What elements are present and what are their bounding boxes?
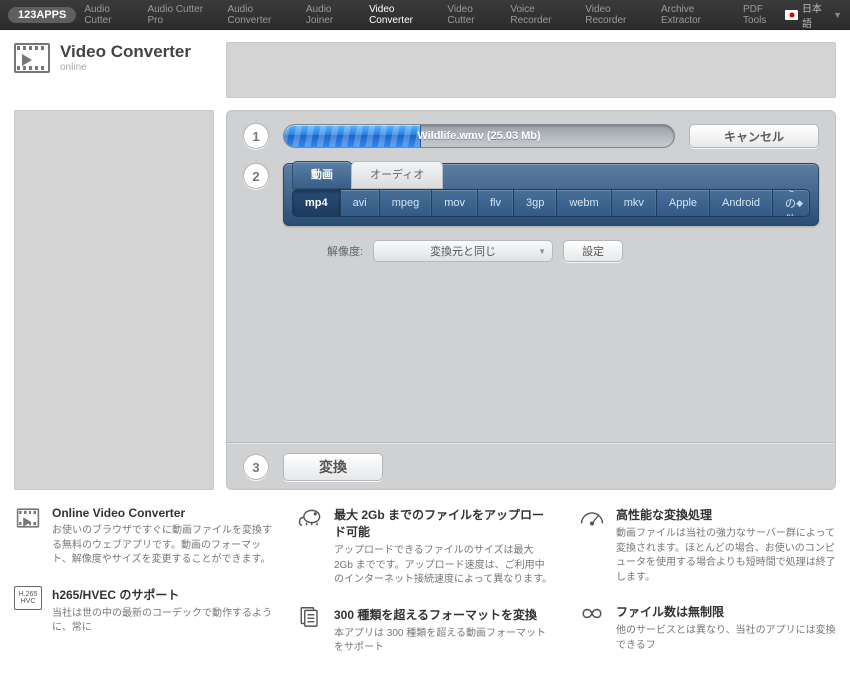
- feature-title: Online Video Converter: [52, 506, 272, 520]
- flag-jp-icon: [785, 10, 798, 20]
- nav-link-voice-recorder[interactable]: Voice Recorder: [510, 4, 573, 26]
- format-mp4[interactable]: mp4: [293, 190, 341, 216]
- nav-link-archive-extractor[interactable]: Archive Extractor: [661, 4, 731, 26]
- app-title-block: Video Converter online: [14, 42, 214, 73]
- format-webm[interactable]: webm: [557, 190, 611, 216]
- format-list: mp4avimpegmovflv3gpwebmmkvAppleAndroidその…: [292, 189, 810, 217]
- logo[interactable]: 123APPS: [8, 7, 76, 23]
- panel-divider: [227, 442, 835, 443]
- nav-link-audio-joiner[interactable]: Audio Joiner: [306, 4, 357, 26]
- elephant-icon: [296, 506, 324, 530]
- format-apple[interactable]: Apple: [657, 190, 710, 216]
- upload-filename: Wildlife.wmv (25.03 Mb): [284, 125, 674, 147]
- feature-hvec: H.265 HVC h265/HVEC のサポート 当社は世の中の最新のコーデッ…: [14, 586, 272, 636]
- cancel-button[interactable]: キャンセル: [689, 124, 819, 148]
- infinity-icon: [578, 603, 606, 627]
- tab-audio[interactable]: オーディオ: [351, 161, 443, 189]
- feature-title: h265/HVEC のサポート: [52, 586, 272, 603]
- step-2-badge: 2: [243, 163, 269, 189]
- ad-sidebar: [14, 110, 214, 490]
- nav-link-audio-cutter[interactable]: Audio Cutter: [84, 4, 135, 26]
- upload-progress: Wildlife.wmv (25.03 Mb): [283, 124, 675, 148]
- film-icon: [17, 508, 39, 527]
- format-avi[interactable]: avi: [341, 190, 380, 216]
- convert-button[interactable]: 変換: [283, 453, 383, 481]
- language-label: 日本語: [802, 0, 829, 30]
- feature-desc: お使いのブラウザですぐに動画ファイルを変換する無料のウェブアプリです。動画のフォ…: [52, 524, 272, 568]
- feature-unlimited: ファイル数は無制限 他のサービスとは異なり、当社のアプリには変換できるフ: [578, 603, 836, 653]
- format-3gp[interactable]: 3gp: [514, 190, 557, 216]
- page-subtitle: online: [60, 62, 191, 73]
- feature-desc: 本アプリは 300 種類を超える動画フォーマットをサポート: [334, 627, 554, 656]
- resolution-select[interactable]: 変換元と同じ ▼: [373, 240, 553, 262]
- nav-link-audio-cutter-pro[interactable]: Audio Cutter Pro: [147, 4, 215, 26]
- converter-panel: 1 Wildlife.wmv (25.03 Mb) キャンセル 2 動画 オーデ…: [226, 110, 836, 490]
- resolution-label: 解像度:: [327, 243, 363, 259]
- page-title: Video Converter: [60, 42, 191, 62]
- settings-button[interactable]: 設定: [563, 240, 623, 262]
- format-flv[interactable]: flv: [478, 190, 514, 216]
- top-navigation: 123APPS Audio CutterAudio Cutter ProAudi…: [0, 0, 850, 30]
- chevron-down-icon: ▼: [833, 10, 842, 20]
- nav-links: Audio Cutter Audio Cutter Pro Audio Conver…: [84, 4, 785, 26]
- nav-link-video-converter[interactable]: Video Converter: [369, 4, 435, 26]
- feature-desc: 動画ファイルは当社の強力なサーバー群によって変換されます。ほとんどの場合、お使い…: [616, 527, 836, 585]
- nav-link-pdf-tools[interactable]: PDF Tools: [743, 4, 785, 26]
- feature-desc: 当社は世の中の最新のコーデックで動作するように、常に: [52, 607, 272, 636]
- format-mov[interactable]: mov: [432, 190, 478, 216]
- feature-300formats: 300 種類を超えるフォーマットを変換 本アプリは 300 種類を超える動画フォ…: [296, 606, 554, 656]
- step-3-badge: 3: [243, 454, 269, 480]
- feature-title: 300 種類を超えるフォーマットを変換: [334, 606, 554, 623]
- feature-title: ファイル数は無制限: [616, 603, 836, 620]
- video-converter-icon: [14, 43, 50, 73]
- tab-video[interactable]: 動画: [292, 161, 352, 189]
- chevron-down-icon: ▼: [538, 247, 546, 256]
- feature-desc: アップロードできるファイルのサイズは最大 2Gb までです。アップロード速度は、…: [334, 544, 554, 588]
- step-1-badge: 1: [243, 123, 269, 149]
- feature-title: 最大 2Gb までのファイルをアップロード可能: [334, 506, 554, 540]
- dropdown-icon: ◆: [796, 198, 803, 209]
- feature-title: 高性能な変換処理: [616, 506, 836, 523]
- features-section: Online Video Converter お使いのブラウザですぐに動画ファイ…: [0, 490, 850, 674]
- hvec-icon: H.265 HVC: [14, 586, 42, 610]
- format-mkv[interactable]: mkv: [612, 190, 657, 216]
- feature-2gb: 最大 2Gb までのファイルをアップロード可能 アップロードできるファイルのサイ…: [296, 506, 554, 588]
- feature-desc: 他のサービスとは異なり、当社のアプリには変換できるフ: [616, 624, 836, 653]
- format-android[interactable]: Android: [710, 190, 773, 216]
- resolution-value: 変換元と同じ: [430, 243, 496, 259]
- nav-link-audio-converter[interactable]: Audio Converter: [227, 4, 293, 26]
- ad-banner-top: [226, 42, 836, 98]
- gauge-icon: [578, 506, 606, 530]
- feature-online-converter: Online Video Converter お使いのブラウザですぐに動画ファイ…: [14, 506, 272, 568]
- format-mpeg[interactable]: mpeg: [380, 190, 433, 216]
- feature-performance: 高性能な変換処理 動画ファイルは当社の強力なサーバー群によって変換されます。ほと…: [578, 506, 836, 585]
- language-selector[interactable]: 日本語 ▼: [785, 0, 842, 30]
- format-box: 動画 オーディオ mp4avimpegmovflv3gpwebmmkvApple…: [283, 163, 819, 226]
- nav-link-video-recorder[interactable]: Video Recorder: [585, 4, 649, 26]
- nav-link-video-cutter[interactable]: Video Cutter: [447, 4, 498, 26]
- format-その他[interactable]: その他◆: [773, 190, 809, 216]
- files-icon: [296, 606, 324, 630]
